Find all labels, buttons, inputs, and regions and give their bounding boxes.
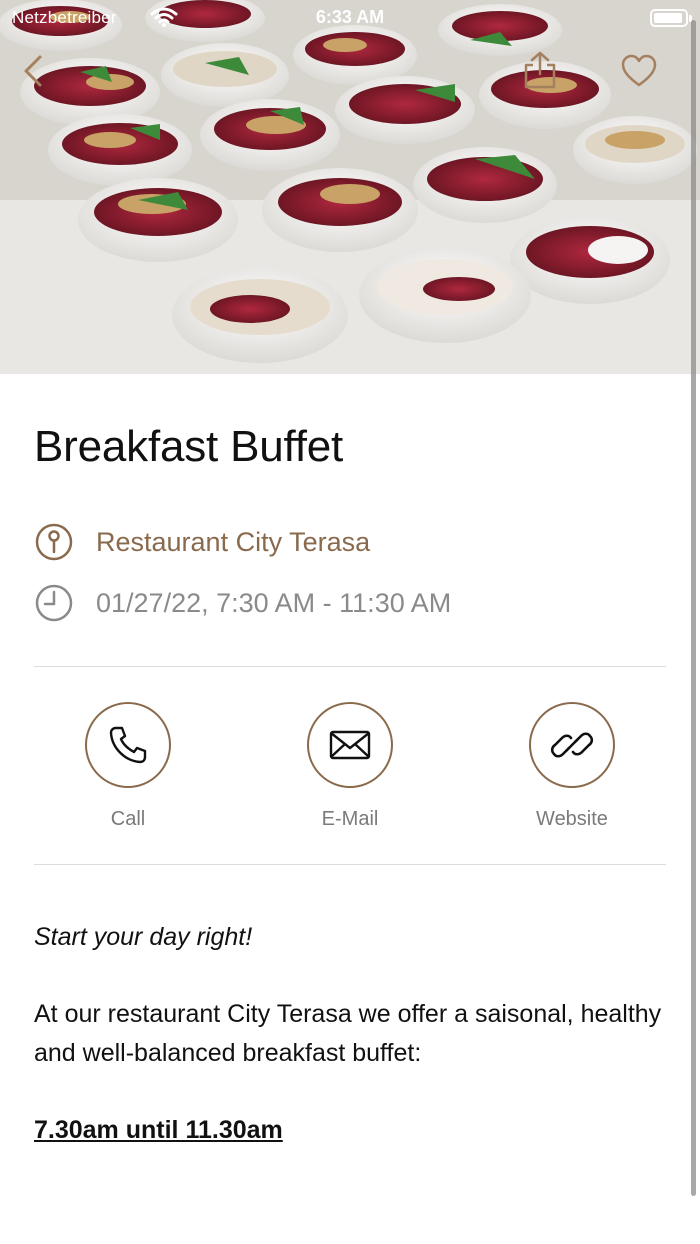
divider: [34, 666, 666, 667]
status-bar: Netzbetreiber 6:33 AM: [0, 0, 700, 36]
website-button[interactable]: Website: [482, 702, 662, 831]
tagline-text: Start your day right!: [34, 923, 253, 951]
location-row[interactable]: Restaurant City Terasa: [34, 522, 370, 562]
call-button-circle[interactable]: [85, 702, 171, 788]
battery-level: [654, 13, 682, 23]
divider: [34, 864, 666, 865]
share-icon[interactable]: [522, 50, 558, 90]
heart-icon[interactable]: [620, 54, 658, 88]
location-pin-icon: [35, 523, 73, 561]
link-icon: [550, 732, 594, 758]
event-title: Breakfast Buffet: [34, 422, 344, 471]
envelope-icon: [329, 730, 371, 760]
datetime-row: 01/27/22, 7:30 AM - 11:30 AM: [34, 583, 451, 623]
status-time: 6:33 AM: [315, 7, 385, 27]
email-label: E-Mail: [321, 808, 379, 830]
chevron-left-icon[interactable]: [20, 54, 46, 88]
description-text: At our restaurant City Terasa we offer a…: [34, 1000, 662, 1067]
call-label: Call: [110, 808, 146, 830]
scroll-indicator[interactable]: [691, 20, 696, 1196]
email-button-circle[interactable]: [307, 702, 393, 788]
opening-hours-text: 7.30am until 11.30am: [34, 1116, 283, 1144]
phone-icon: [109, 726, 147, 764]
call-button[interactable]: Call: [38, 702, 218, 831]
clock-icon: [35, 584, 73, 622]
location-label[interactable]: Restaurant City Terasa: [96, 527, 370, 558]
datetime-label: 01/27/22, 7:30 AM - 11:30 AM: [96, 587, 452, 618]
hero-image: [0, 0, 700, 374]
battery-icon: [650, 9, 692, 27]
website-label: Website: [536, 808, 608, 830]
email-button[interactable]: E-Mail: [260, 702, 440, 831]
breakfast-bowls-photo: [0, 0, 700, 374]
website-button-circle[interactable]: [529, 702, 615, 788]
